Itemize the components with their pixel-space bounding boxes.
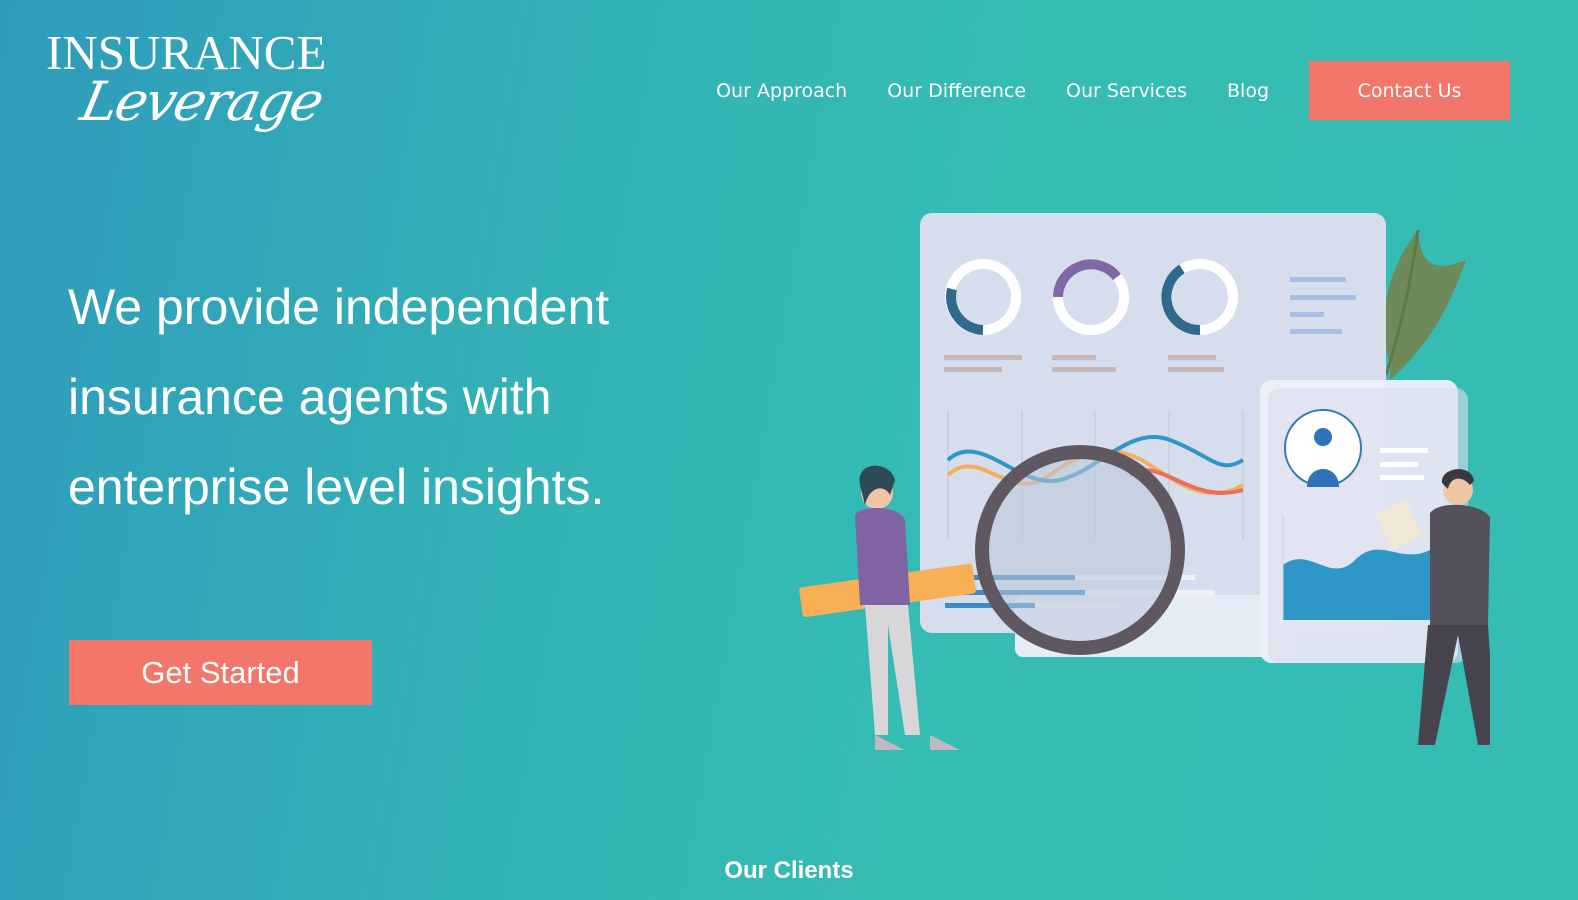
nav-link-blog[interactable]: Blog (1227, 80, 1269, 102)
user-avatar-icon (1284, 409, 1362, 487)
nav-link-our-difference[interactable]: Our Difference (887, 80, 1026, 102)
plant-leaves-icon (1384, 229, 1466, 380)
nav-link-our-services[interactable]: Our Services (1066, 80, 1187, 102)
analytics-dashboard-illustration (799, 213, 1490, 750)
nav-link-our-approach[interactable]: Our Approach (716, 80, 847, 102)
site-logo[interactable]: INSURANCE Leverage (46, 28, 328, 153)
our-clients-heading: Our Clients (724, 857, 854, 884)
get-started-button[interactable]: Get Started (69, 640, 372, 705)
contact-us-button[interactable]: Contact Us (1309, 61, 1510, 120)
main-nav: Our Approach Our Difference Our Services… (716, 61, 1510, 120)
hero-headline: We provide independent insurance agents … (68, 279, 610, 515)
logo-script: Leverage (75, 70, 328, 133)
